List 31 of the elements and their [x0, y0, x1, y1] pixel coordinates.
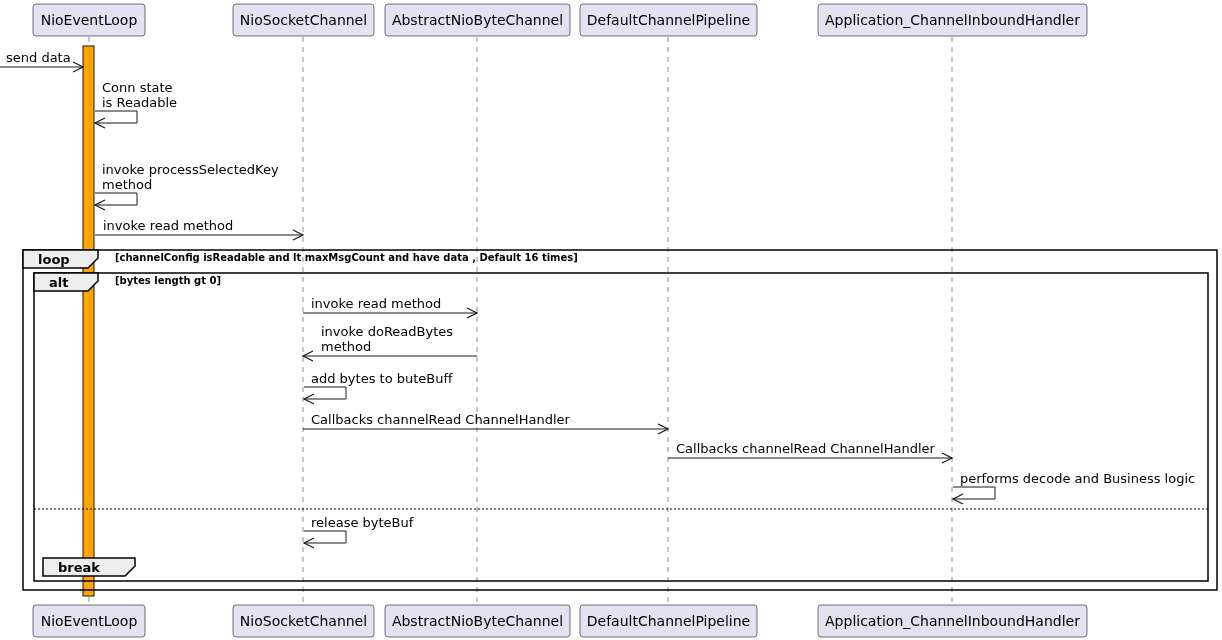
- message-label: send data: [6, 50, 71, 65]
- frame-guard: [channelConfig isReadable and lt maxMsgCount and have data , Default 16 times]: [115, 252, 578, 263]
- frame-guard: [bytes length gt 0]: [115, 275, 222, 286]
- participant-box: DefaultChannelPipeline: [579, 3, 758, 37]
- self-message-arrow: [302, 386, 347, 405]
- participant-box: Application_ChannelInboundHandler: [817, 604, 1088, 638]
- participant-box: NioSocketChannel: [232, 604, 375, 638]
- message-label: Conn state: [102, 80, 173, 95]
- participant-box: NioEventLoop: [32, 604, 146, 638]
- participant-box: AbstractNioByteChannel: [384, 3, 571, 37]
- message-label: Callbacks channelRead ChannelHandler: [676, 441, 935, 456]
- self-message-arrow: [951, 486, 996, 505]
- message-label: method: [321, 339, 372, 354]
- participant-box: Application_ChannelInboundHandler: [817, 3, 1088, 37]
- message-label: invoke read method: [311, 296, 442, 311]
- message-label: method: [102, 177, 153, 192]
- message-label: Callbacks channelRead ChannelHandler: [311, 412, 570, 427]
- participant-box: NioEventLoop: [32, 3, 146, 37]
- self-message-arrow: [93, 192, 138, 211]
- participant-box: NioSocketChannel: [232, 3, 375, 37]
- participant-box: AbstractNioByteChannel: [384, 604, 571, 638]
- message-label: invoke doReadBytes: [321, 324, 454, 339]
- participant-box: DefaultChannelPipeline: [579, 604, 758, 638]
- message-label: invoke processSelectedKey: [102, 162, 279, 177]
- self-message-arrow: [93, 110, 138, 129]
- message-label: is Readable: [102, 95, 177, 110]
- self-message-arrow: [302, 530, 347, 549]
- message-label: release byteBuf: [311, 515, 414, 530]
- message-label: add bytes to buteBuff: [311, 371, 453, 386]
- message-label: invoke read method: [103, 218, 234, 233]
- message-label: performs decode and Business logic: [960, 471, 1196, 486]
